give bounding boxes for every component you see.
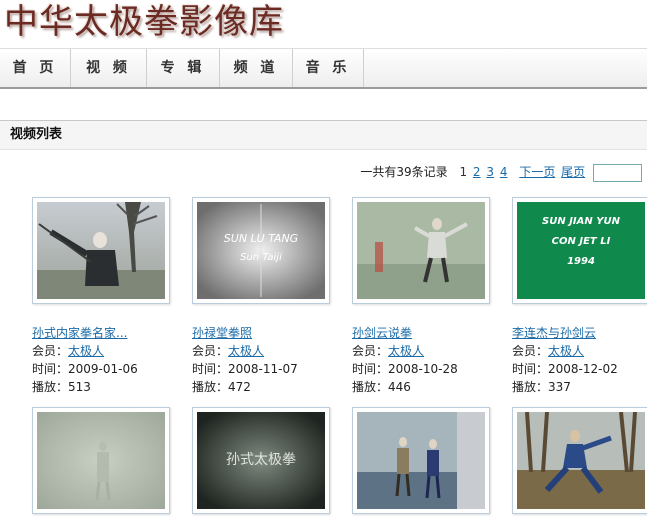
- member-link[interactable]: 太极人: [228, 344, 264, 358]
- video-member: 会员：太极人: [512, 344, 585, 358]
- video-card: SUN JIAN YUN CON JET LI 1994 李连杰与孙剑云 会员：…: [512, 197, 647, 396]
- video-thumbnail[interactable]: [352, 197, 490, 304]
- member-link[interactable]: 太极人: [388, 344, 424, 358]
- video-thumbnail[interactable]: [512, 407, 647, 514]
- thumb-text: Sun Taiji: [240, 252, 282, 263]
- video-thumbnail[interactable]: [32, 197, 170, 304]
- page-link-4[interactable]: 4: [500, 165, 508, 179]
- thumbnail-image: 孙式太极拳: [197, 412, 325, 509]
- thumbnail-image: [517, 412, 645, 509]
- video-card: 孙剑云说拳 会员：太极人 时间：2008-10-28 播放：446: [352, 197, 512, 396]
- page-jump-input[interactable]: [593, 163, 642, 182]
- video-time: 时间：2008-10-28: [352, 362, 458, 376]
- video-title-link[interactable]: 孙剑云说拳: [352, 324, 512, 342]
- next-page-link[interactable]: 下一页: [519, 165, 555, 179]
- thumb-text: 孙式太极拳: [226, 452, 296, 468]
- video-card: [512, 407, 647, 514]
- page-link-3[interactable]: 3: [486, 165, 494, 179]
- video-thumbnail[interactable]: SUN LU TANG Sun Taiji: [192, 197, 330, 304]
- video-plays: 播放：513: [32, 380, 91, 394]
- nav-videos[interactable]: 视 频: [71, 49, 147, 87]
- video-member: 会员：太极人: [192, 344, 265, 358]
- thumbnail-image: SUN LU TANG Sun Taiji: [197, 202, 325, 299]
- thumbnail-image: [357, 412, 485, 509]
- video-time: 时间：2008-11-07: [192, 362, 298, 376]
- video-card: 孙式太极拳: [192, 407, 352, 514]
- record-count: 一共有39条记录: [360, 165, 448, 179]
- video-title-link[interactable]: 李连杰与孙剑云: [512, 324, 647, 342]
- thumb-text: SUN LU TANG: [224, 232, 298, 245]
- video-thumbnail[interactable]: [32, 407, 170, 514]
- video-thumbnail[interactable]: SUN JIAN YUN CON JET LI 1994: [512, 197, 647, 304]
- thumbnail-image: SUN JIAN YUN CON JET LI 1994: [517, 202, 645, 299]
- video-thumbnail[interactable]: 孙式太极拳: [192, 407, 330, 514]
- nav-music[interactable]: 音 乐: [293, 49, 364, 87]
- last-page-link[interactable]: 尾页: [561, 165, 585, 179]
- video-plays: 播放：472: [192, 380, 251, 394]
- video-thumbnail[interactable]: [352, 407, 490, 514]
- nav-channels[interactable]: 频 道: [220, 49, 293, 87]
- member-link[interactable]: 太极人: [548, 344, 584, 358]
- member-link[interactable]: 太极人: [68, 344, 104, 358]
- site-title: 中华太极拳影像库: [4, 2, 284, 42]
- thumb-text: SUN JIAN YUN: [542, 216, 621, 227]
- main-nav: 首 页 视 频 专 辑 频 道 音 乐: [0, 48, 647, 89]
- video-title-link[interactable]: 孙禄堂拳照: [192, 324, 352, 342]
- video-member: 会员：太极人: [32, 344, 105, 358]
- video-list-panel: 视频列表 一共有39条记录 1 2 3 4 下一页 尾页 孙式内家拳名家...: [0, 120, 647, 521]
- nav-albums[interactable]: 专 辑: [147, 49, 220, 87]
- video-time: 时间：2009-01-06: [32, 362, 138, 376]
- video-title-link[interactable]: 孙式内家拳名家...: [32, 324, 192, 342]
- thumb-text: 1994: [567, 256, 595, 267]
- thumbnail-image: [37, 412, 165, 509]
- video-card: 孙式内家拳名家... 会员：太极人 时间：2009-01-06 播放：513: [32, 197, 192, 396]
- video-card: SUN LU TANG Sun Taiji 孙禄堂拳照 会员：太极人 时间：20…: [192, 197, 352, 396]
- nav-home[interactable]: 首 页: [0, 49, 71, 87]
- video-card: [352, 407, 512, 514]
- video-plays: 播放：337: [512, 380, 571, 394]
- pagination: 一共有39条记录 1 2 3 4 下一页 尾页: [360, 162, 642, 182]
- video-plays: 播放：446: [352, 380, 411, 394]
- video-card: [32, 407, 192, 514]
- thumb-text: CON JET LI: [552, 236, 611, 247]
- page-link-2[interactable]: 2: [473, 165, 481, 179]
- thumbnail-image: [37, 202, 165, 299]
- panel-title: 视频列表: [0, 121, 647, 150]
- video-time: 时间：2008-12-02: [512, 362, 618, 376]
- thumbnail-image: [357, 202, 485, 299]
- video-member: 会员：太极人: [352, 344, 425, 358]
- current-page: 1: [459, 165, 468, 179]
